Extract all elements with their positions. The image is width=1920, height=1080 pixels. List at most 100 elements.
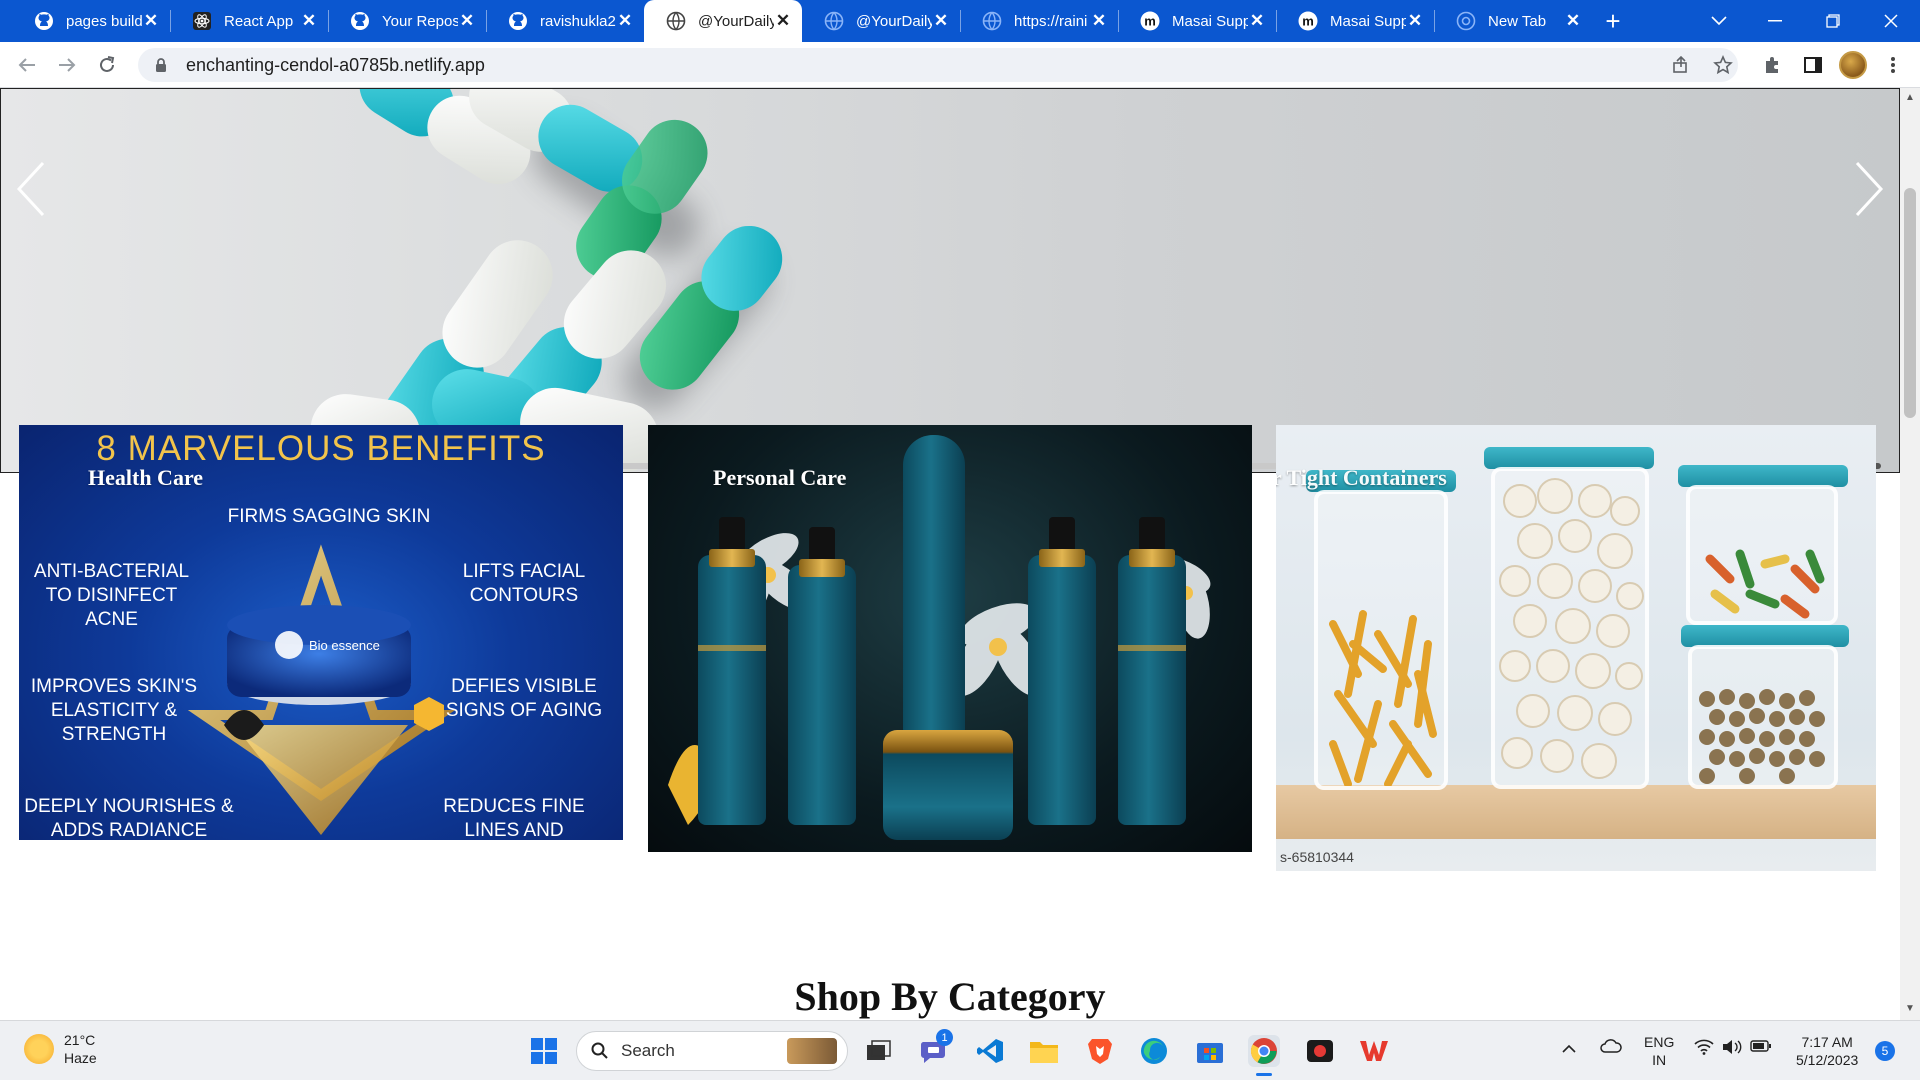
benefit-text: DEFIES VISIBLE SIGNS OF AGING	[445, 676, 603, 721]
close-tab-icon[interactable]: ✕	[616, 11, 634, 30]
scroll-down-arrow-icon[interactable]: ▼	[1905, 1003, 1915, 1014]
lock-icon[interactable]	[152, 56, 170, 74]
show-hidden-icons-chevron-icon[interactable]	[1562, 1039, 1576, 1057]
weather-desc: Haze	[64, 1050, 97, 1066]
shelf-image	[1276, 785, 1876, 839]
battery-icon[interactable]	[1750, 1039, 1772, 1057]
tab-title: Masai Supp	[1330, 12, 1406, 30]
carousel-next-arrow-icon[interactable]	[1851, 159, 1887, 219]
container-jar	[1491, 467, 1649, 789]
notification-badge[interactable]: 5	[1875, 1041, 1895, 1061]
chrome-icon	[1456, 11, 1476, 31]
weather-widget[interactable]: 21°C Haze	[24, 1031, 97, 1067]
screen-recorder-icon[interactable]	[1304, 1035, 1336, 1067]
weather-temp: 21°C	[64, 1032, 96, 1048]
omnibox[interactable]: enchanting-cendol-a0785b.netlify.app	[138, 48, 1738, 82]
windows-taskbar: 21°C Haze Search 1 ENG IN 7:17 AM 5/12/2…	[0, 1020, 1920, 1080]
edge-browser-icon[interactable]	[1138, 1035, 1170, 1067]
browser-tab[interactable]: New Tab ✕	[1434, 0, 1592, 42]
browser-tab[interactable]: m Masai Supp ✕	[1118, 0, 1276, 42]
globe-icon	[982, 11, 1002, 31]
product-bottle-image	[788, 527, 856, 825]
search-icon	[591, 1042, 608, 1059]
svg-text:Bio essence: Bio essence	[309, 638, 380, 653]
close-tab-icon[interactable]: ✕	[774, 11, 792, 30]
tab-strip: pages build ✕ React App ✕ Your Reposi ✕ ravish…	[0, 0, 1920, 42]
globe-icon	[666, 11, 686, 31]
category-card-personal-care[interactable]: Personal Care	[648, 425, 1252, 852]
category-card-health-care[interactable]: Bio essence 8 MARVELOUS BENEFITS FIRMS S…	[19, 425, 623, 840]
search-label: Search	[621, 1041, 675, 1060]
back-button[interactable]	[12, 50, 42, 80]
browser-tab[interactable]: @YourDaily ✕	[644, 0, 802, 42]
carousel-prev-arrow-icon[interactable]	[13, 159, 49, 219]
windows-start-icon[interactable]	[528, 1035, 560, 1067]
profile-avatar[interactable]	[1839, 51, 1867, 79]
scroll-up-arrow-icon[interactable]: ▲	[1905, 92, 1915, 103]
browser-tab[interactable]: @YourDaily ✕	[802, 0, 960, 42]
tab-title: @YourDaily	[856, 12, 932, 30]
page-scrollbar[interactable]: ▲ ▼	[1900, 88, 1920, 1020]
svg-text:m: m	[1144, 14, 1156, 29]
close-tab-icon[interactable]: ✕	[1248, 11, 1266, 30]
minimize-button[interactable]	[1746, 0, 1804, 42]
bookmark-star-icon[interactable]	[1706, 48, 1740, 82]
browser-tab[interactable]: pages build ✕	[12, 0, 170, 42]
tab-search-chevron-icon[interactable]	[1690, 0, 1748, 42]
share-icon[interactable]	[1664, 48, 1698, 82]
category-card-air-tight-containers[interactable]: s-65810344 Air Tight Containers	[1276, 425, 1876, 871]
tab-title: New Tab	[1488, 12, 1547, 30]
volume-icon[interactable]	[1722, 1039, 1742, 1059]
chrome-menu-icon[interactable]	[1876, 48, 1910, 82]
close-window-button[interactable]	[1862, 0, 1920, 42]
browser-tab[interactable]: ravishukla2 ✕	[486, 0, 644, 42]
search-highlight-image	[787, 1038, 837, 1064]
health-card-heading: 8 MARVELOUS BENEFITS	[96, 429, 546, 468]
reload-button[interactable]	[92, 50, 122, 80]
close-tab-icon[interactable]: ✕	[300, 11, 318, 30]
page-scroll-thumb[interactable]	[1904, 188, 1916, 418]
section-title: Shop By Category	[794, 974, 1106, 1019]
category-label[interactable]: Health Care	[88, 465, 203, 491]
chrome-taskbar-icon[interactable]	[1248, 1035, 1280, 1067]
browser-tab[interactable]: m Masai Supp ✕	[1276, 0, 1434, 42]
benefit-text: FIRMS SAGGING SKIN	[227, 506, 431, 527]
microsoft-store-icon[interactable]	[1194, 1035, 1226, 1067]
browser-tab[interactable]: Your Reposi ✕	[328, 0, 486, 42]
task-view-icon[interactable]	[862, 1035, 894, 1067]
close-tab-icon[interactable]: ✕	[142, 11, 160, 30]
file-explorer-icon[interactable]	[1028, 1035, 1060, 1067]
browser-tab[interactable]: https://raini ✕	[960, 0, 1118, 42]
vscode-icon[interactable]	[974, 1035, 1006, 1067]
brave-browser-icon[interactable]	[1084, 1035, 1116, 1067]
close-tab-icon[interactable]: ✕	[1090, 11, 1108, 30]
taskbar-search[interactable]: Search	[576, 1031, 848, 1071]
close-tab-icon[interactable]: ✕	[458, 11, 476, 30]
wifi-icon[interactable]	[1694, 1039, 1714, 1059]
carousel-slide-capsules-image	[310, 89, 783, 472]
active-app-indicator	[1256, 1073, 1272, 1076]
side-panel-icon[interactable]	[1796, 48, 1830, 82]
category-label[interactable]: Personal Care	[713, 465, 846, 491]
onedrive-cloud-icon[interactable]	[1600, 1039, 1622, 1057]
browser-tab[interactable]: React App ✕	[170, 0, 328, 42]
extensions-puzzle-icon[interactable]	[1755, 48, 1789, 82]
wps-office-icon[interactable]	[1358, 1035, 1390, 1067]
clock[interactable]: 7:17 AM 5/12/2023	[1796, 1033, 1858, 1069]
container-jar	[1314, 490, 1448, 790]
language-indicator[interactable]: ENG IN	[1644, 1033, 1674, 1069]
hero-carousel[interactable]	[0, 88, 1900, 473]
tab-title: https://raini	[1014, 12, 1088, 30]
github-icon	[34, 11, 54, 31]
restore-button[interactable]	[1804, 0, 1862, 42]
haze-weather-icon	[24, 1034, 54, 1064]
product-bottle-image	[698, 517, 766, 825]
clock-date: 5/12/2023	[1796, 1052, 1859, 1068]
close-tab-icon[interactable]: ✕	[1406, 11, 1424, 30]
masai-icon: m	[1140, 11, 1160, 31]
close-tab-icon[interactable]: ✕	[932, 11, 950, 30]
category-label[interactable]: Air Tight Containers	[1276, 465, 1447, 491]
forward-button[interactable]	[52, 50, 82, 80]
new-tab-button[interactable]: +	[1598, 6, 1628, 36]
close-tab-icon[interactable]: ✕	[1564, 11, 1582, 30]
